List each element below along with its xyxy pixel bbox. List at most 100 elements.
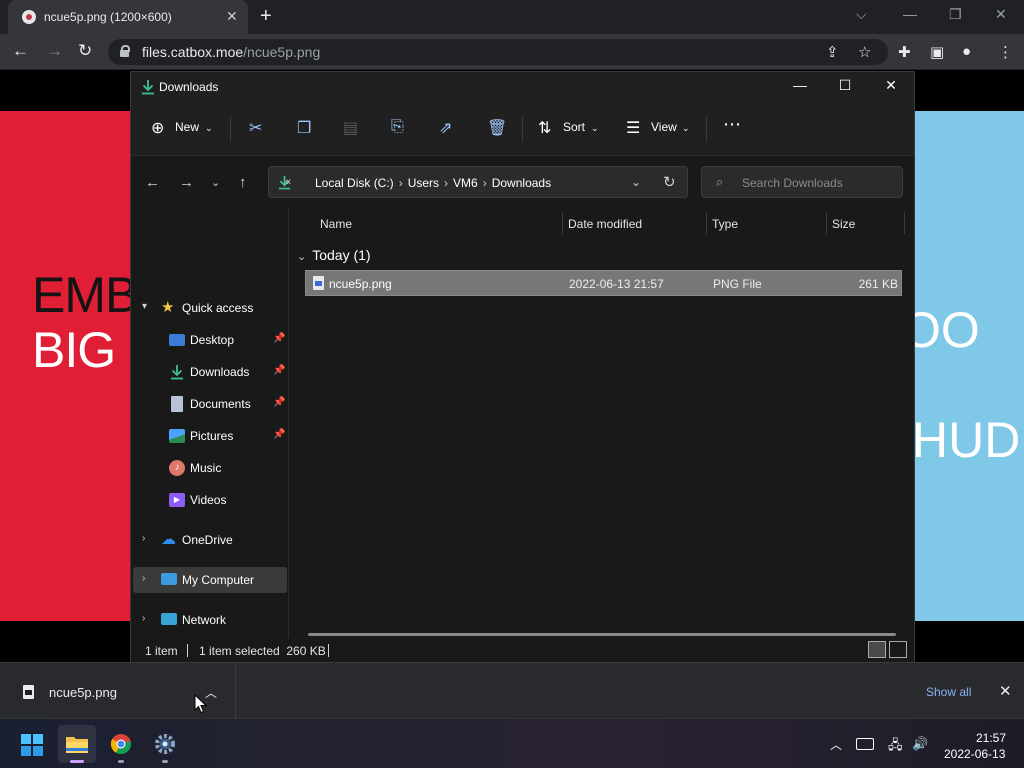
nav-music[interactable]: ♪ Music bbox=[133, 455, 287, 481]
large-icons-view-icon[interactable] bbox=[889, 641, 907, 658]
chrome-menu-icon[interactable]: ⋮ bbox=[998, 43, 1013, 61]
up-arrow-icon[interactable]: ↑ bbox=[239, 174, 247, 191]
tab-close-icon[interactable]: ✕ bbox=[226, 8, 238, 25]
chevron-down-icon[interactable]: ⌄ bbox=[205, 123, 213, 134]
column-divider[interactable] bbox=[562, 212, 563, 234]
chevron-down-icon[interactable]: ⌄ bbox=[591, 123, 599, 134]
reload-icon[interactable]: ↻ bbox=[78, 41, 92, 61]
chevron-right-icon[interactable]: › bbox=[483, 176, 487, 190]
pin-icon[interactable]: 📌 bbox=[273, 397, 285, 408]
nav-desktop[interactable]: Desktop 📌 bbox=[133, 327, 287, 353]
nav-downloads[interactable]: Downloads 📌 bbox=[133, 359, 287, 385]
column-header-size[interactable]: Size bbox=[832, 217, 855, 231]
column-divider[interactable] bbox=[904, 212, 905, 234]
collapsed-chevron-icon[interactable]: › bbox=[142, 573, 145, 584]
breadcrumb-vm6[interactable]: VM6 bbox=[453, 176, 478, 190]
path-breadcrumb-bar[interactable]: « Local Disk (C:) › Users › VM6 › Downloads ⌄ … bbox=[268, 166, 688, 198]
breadcrumb-users[interactable]: Users bbox=[408, 176, 439, 190]
nav-videos[interactable]: ▶ Videos bbox=[133, 487, 287, 513]
column-divider[interactable] bbox=[826, 212, 827, 234]
keyboard-icon[interactable] bbox=[856, 738, 874, 750]
address-history-chevron-icon[interactable]: ⌄ bbox=[631, 175, 641, 189]
paste-icon[interactable]: ▤ bbox=[343, 118, 358, 138]
browser-tab-active[interactable]: ncue5p.png (1200×600) ✕ bbox=[8, 0, 248, 34]
new-tab-plus-icon[interactable]: + bbox=[260, 5, 272, 28]
column-header-date-modified[interactable]: Date modified bbox=[568, 217, 642, 231]
collapsed-chevron-icon[interactable]: › bbox=[142, 613, 145, 624]
pin-icon[interactable]: 📌 bbox=[273, 365, 285, 376]
horizontal-scrollbar[interactable] bbox=[308, 633, 896, 636]
close-icon[interactable]: ✕ bbox=[999, 682, 1012, 700]
pin-icon[interactable]: 📌 bbox=[273, 429, 285, 440]
new-button[interactable]: New bbox=[175, 120, 199, 134]
restore-icon[interactable]: ❐ bbox=[949, 6, 962, 23]
cut-scissors-icon[interactable]: ✂ bbox=[249, 118, 262, 138]
network-status-icon[interactable]: 🖧 bbox=[888, 736, 903, 758]
side-panel-icon[interactable]: ▣ bbox=[930, 43, 944, 61]
share-icon[interactable]: ⇗ bbox=[439, 118, 452, 138]
nav-quick-access[interactable]: ▾ ★ Quick access bbox=[133, 295, 287, 321]
column-header-name[interactable]: Name bbox=[320, 217, 352, 231]
more-options-icon[interactable]: ⋯ bbox=[723, 114, 741, 135]
taskbar-file-explorer[interactable] bbox=[58, 725, 96, 763]
refresh-icon[interactable]: ↻ bbox=[663, 173, 676, 191]
forward-arrow-icon[interactable]: → bbox=[46, 41, 63, 61]
details-view-icon[interactable] bbox=[868, 641, 886, 658]
nav-my-computer[interactable]: › My Computer bbox=[133, 567, 287, 593]
show-all-link[interactable]: Show all bbox=[926, 685, 971, 699]
show-hidden-icons-chevron-icon[interactable]: ︿ bbox=[830, 736, 842, 753]
pin-icon[interactable]: 📌 bbox=[273, 333, 285, 344]
delete-trash-icon[interactable]: 🗑 bbox=[487, 118, 507, 138]
extensions-puzzle-icon[interactable]: ✚ bbox=[898, 43, 911, 61]
chevron-right-icon[interactable]: › bbox=[444, 176, 448, 190]
url-text[interactable]: files.catbox.moe/ncue5p.png bbox=[142, 44, 320, 60]
collapse-chevron-icon[interactable]: ⌄ bbox=[297, 251, 306, 263]
expanded-chevron-icon[interactable]: ▾ bbox=[142, 301, 147, 312]
taskbar-settings[interactable] bbox=[146, 725, 184, 763]
browser-close-icon[interactable]: ✕ bbox=[995, 6, 1007, 23]
share-icon[interactable]: ⇪ bbox=[826, 43, 839, 61]
windows-start-icon[interactable] bbox=[21, 734, 43, 756]
clock-date[interactable]: 2022-06-13 bbox=[944, 747, 1005, 761]
column-divider[interactable] bbox=[706, 212, 707, 234]
address-bar[interactable]: files.catbox.moe/ncue5p.png bbox=[108, 39, 888, 65]
breadcrumb-downloads[interactable]: Downloads bbox=[492, 176, 551, 190]
chevron-right-icon[interactable]: › bbox=[399, 176, 403, 190]
view-lines-icon[interactable]: ☰ bbox=[626, 118, 640, 138]
nav-onedrive[interactable]: › ☁ OneDrive bbox=[133, 527, 287, 553]
sort-button[interactable]: Sort bbox=[563, 120, 585, 134]
maximize-icon[interactable]: ☐ bbox=[835, 77, 855, 94]
back-arrow-icon[interactable]: ← bbox=[145, 174, 160, 191]
explorer-titlebar[interactable]: Downloads — ☐ ✕ bbox=[131, 72, 914, 102]
volume-speaker-icon[interactable]: 🔊 bbox=[912, 736, 928, 752]
collapsed-chevron-icon[interactable]: › bbox=[142, 533, 145, 544]
minimize-icon[interactable]: — bbox=[903, 6, 917, 22]
overflow-chevron-icon[interactable]: « bbox=[285, 176, 291, 188]
recent-locations-chevron-icon[interactable]: ⌄ bbox=[211, 176, 220, 189]
nav-network[interactable]: › Network bbox=[133, 607, 287, 633]
new-plus-circle-icon[interactable]: ⊕ bbox=[151, 118, 164, 138]
lock-icon[interactable] bbox=[120, 45, 130, 57]
nav-documents[interactable]: Documents 📌 bbox=[133, 391, 287, 417]
view-button[interactable]: View bbox=[651, 120, 677, 134]
profile-avatar-icon[interactable]: ● bbox=[962, 43, 971, 60]
chevron-down-icon[interactable]: ⌄ bbox=[682, 123, 690, 134]
bookmark-star-icon[interactable]: ☆ bbox=[858, 43, 871, 61]
table-row[interactable]: ncue5p.png 2022-06-13 21:57 PNG File 261… bbox=[305, 270, 902, 296]
group-header-today[interactable]: ⌄ Today (1) bbox=[297, 247, 371, 263]
tab-search-chevron-icon[interactable]: ⌵ bbox=[856, 6, 867, 23]
clock-time[interactable]: 21:57 bbox=[976, 731, 1006, 745]
back-arrow-icon[interactable]: ← bbox=[12, 41, 29, 61]
copy-icon[interactable]: ❐ bbox=[297, 118, 311, 138]
sort-arrows-icon[interactable]: ⇅ bbox=[538, 118, 551, 138]
minimize-icon[interactable]: — bbox=[790, 77, 810, 93]
forward-arrow-icon[interactable]: → bbox=[179, 174, 194, 191]
close-icon[interactable]: ✕ bbox=[881, 77, 901, 94]
search-input[interactable]: ⌕ Search Downloads bbox=[701, 166, 903, 198]
rename-icon[interactable]: ⎘ bbox=[391, 118, 404, 136]
nav-pictures[interactable]: Pictures 📌 bbox=[133, 423, 287, 449]
column-header-type[interactable]: Type bbox=[712, 217, 738, 231]
taskbar-chrome[interactable] bbox=[102, 725, 140, 763]
breadcrumb-local-disk[interactable]: Local Disk (C:) bbox=[315, 176, 394, 190]
mouse-pointer-icon bbox=[194, 694, 207, 714]
